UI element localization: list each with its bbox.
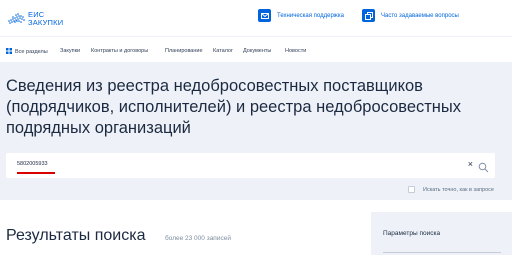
logo[interactable]: ЕИС ЗАКУПКИ	[6, 6, 63, 32]
page-title-line: (подрядчиков, исполнителей) и реестра не…	[6, 98, 462, 116]
results-title: Результаты поиска	[6, 227, 146, 244]
results-count: более 23 000 записей	[165, 235, 231, 242]
nav-item-news[interactable]: Новости	[285, 48, 306, 54]
nav-item-planning[interactable]: Планирование	[165, 48, 203, 54]
search-value-underline	[17, 172, 55, 174]
exact-search-checkbox[interactable]	[408, 186, 415, 193]
logo-text: ЕИС ЗАКУПКИ	[28, 11, 63, 27]
nav-item-purchases[interactable]: Закупки	[60, 48, 80, 54]
tech-support-link[interactable]: Техническая поддержка	[258, 9, 344, 22]
search-params-panel: Параметры поиска	[371, 212, 512, 255]
page-title-line: подрядных организаций	[6, 119, 191, 137]
nav-item-documents[interactable]: Документы	[243, 48, 271, 54]
tech-support-label: Техническая поддержка	[277, 12, 344, 19]
nav-item-catalog[interactable]: Каталог	[213, 48, 233, 54]
page-title-line: Сведения из реестра недобросовестных пос…	[6, 77, 423, 95]
mail-icon	[258, 9, 271, 22]
grid-icon	[6, 48, 12, 56]
search-params-title: Параметры поиска	[383, 230, 441, 237]
page-title: Сведения из реестра недобросовестных пос…	[6, 76, 486, 139]
search-field[interactable]: 5802005933 ×	[6, 153, 495, 178]
nav-all-sections[interactable]: Все разделы	[6, 48, 48, 56]
clear-icon[interactable]: ×	[468, 159, 473, 169]
header: ЕИС ЗАКУПКИ Техническая поддержка Часто …	[0, 0, 512, 36]
main-nav: Все разделы Закупки Контракты и договоры…	[0, 36, 512, 62]
hero-section: Сведения из реестра недобросовестных пос…	[0, 62, 512, 200]
copy-icon	[362, 9, 375, 22]
faq-link[interactable]: Часто задаваемые вопросы	[362, 9, 459, 22]
exact-search-option[interactable]: Искать точно, как в запросе	[408, 186, 494, 193]
search-input[interactable]: 5802005933	[17, 161, 48, 167]
faq-label: Часто задаваемые вопросы	[381, 12, 459, 19]
russia-map-icon	[6, 11, 26, 27]
search-icon[interactable]	[478, 160, 489, 173]
divider	[383, 252, 501, 253]
nav-item-contracts[interactable]: Контракты и договоры	[91, 48, 148, 54]
exact-search-label: Искать точно, как в запросе	[423, 186, 494, 193]
logo-line2: ЗАКУПКИ	[28, 18, 64, 27]
nav-all-sections-label: Все разделы	[15, 49, 48, 55]
